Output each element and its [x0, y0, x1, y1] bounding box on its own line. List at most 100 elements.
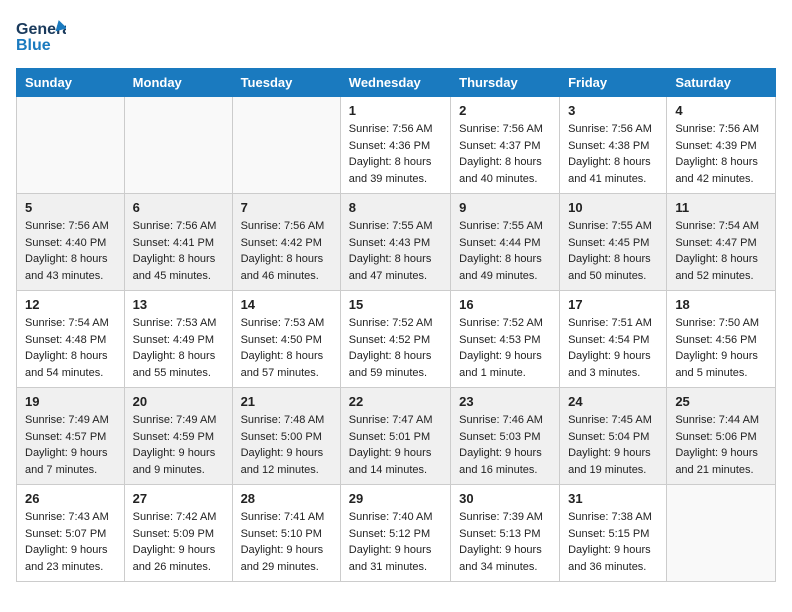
day-number: 5 [25, 200, 116, 215]
day-number: 1 [349, 103, 442, 118]
day-info: Sunrise: 7:48 AMSunset: 5:00 PMDaylight:… [241, 412, 332, 478]
calendar-week-4: 19 Sunrise: 7:49 AMSunset: 4:57 PMDayligh… [17, 388, 776, 485]
day-info: Sunrise: 7:41 AMSunset: 5:10 PMDaylight:… [241, 509, 332, 575]
day-info: Sunrise: 7:56 AMSunset: 4:40 PMDaylight:… [25, 218, 116, 284]
calendar-cell: 29 Sunrise: 7:40 AMSunset: 5:12 PMDayligh… [340, 485, 450, 582]
day-number: 7 [241, 200, 332, 215]
day-info: Sunrise: 7:55 AMSunset: 4:45 PMDaylight:… [568, 218, 658, 284]
day-number: 25 [675, 394, 767, 409]
calendar-cell: 10 Sunrise: 7:55 AMSunset: 4:45 PMDayligh… [560, 194, 667, 291]
page-header: General Blue [16, 16, 776, 56]
calendar-cell: 18 Sunrise: 7:50 AMSunset: 4:56 PMDayligh… [667, 291, 776, 388]
day-number: 12 [25, 297, 116, 312]
day-info: Sunrise: 7:42 AMSunset: 5:09 PMDaylight:… [133, 509, 224, 575]
calendar-cell: 20 Sunrise: 7:49 AMSunset: 4:59 PMDayligh… [124, 388, 232, 485]
weekday-header-thursday: Thursday [451, 69, 560, 97]
day-number: 15 [349, 297, 442, 312]
calendar-cell: 21 Sunrise: 7:48 AMSunset: 5:00 PMDayligh… [232, 388, 340, 485]
day-info: Sunrise: 7:52 AMSunset: 4:53 PMDaylight:… [459, 315, 551, 381]
calendar-cell: 9 Sunrise: 7:55 AMSunset: 4:44 PMDaylight… [451, 194, 560, 291]
calendar-cell: 1 Sunrise: 7:56 AMSunset: 4:36 PMDaylight… [340, 97, 450, 194]
calendar-cell [124, 97, 232, 194]
day-number: 26 [25, 491, 116, 506]
day-number: 11 [675, 200, 767, 215]
calendar-cell: 6 Sunrise: 7:56 AMSunset: 4:41 PMDaylight… [124, 194, 232, 291]
calendar-cell: 17 Sunrise: 7:51 AMSunset: 4:54 PMDayligh… [560, 291, 667, 388]
day-number: 18 [675, 297, 767, 312]
calendar-cell: 11Sunrise: 7:54 AMSunset: 4:47 PMDayligh… [667, 194, 776, 291]
calendar-week-1: 1 Sunrise: 7:56 AMSunset: 4:36 PMDaylight… [17, 97, 776, 194]
weekday-header-sunday: Sunday [17, 69, 125, 97]
calendar-cell [232, 97, 340, 194]
calendar-cell: 12 Sunrise: 7:54 AMSunset: 4:48 PMDayligh… [17, 291, 125, 388]
logo-icon: General Blue [16, 16, 66, 56]
day-number: 10 [568, 200, 658, 215]
weekday-header-wednesday: Wednesday [340, 69, 450, 97]
day-info: Sunrise: 7:49 AMSunset: 4:57 PMDaylight:… [25, 412, 116, 478]
day-number: 29 [349, 491, 442, 506]
day-info: Sunrise: 7:39 AMSunset: 5:13 PMDaylight:… [459, 509, 551, 575]
weekday-header-friday: Friday [560, 69, 667, 97]
calendar-week-2: 5 Sunrise: 7:56 AMSunset: 4:40 PMDaylight… [17, 194, 776, 291]
day-info: Sunrise: 7:40 AMSunset: 5:12 PMDaylight:… [349, 509, 442, 575]
calendar-cell: 7 Sunrise: 7:56 AMSunset: 4:42 PMDaylight… [232, 194, 340, 291]
day-number: 9 [459, 200, 551, 215]
day-number: 22 [349, 394, 442, 409]
calendar-week-3: 12 Sunrise: 7:54 AMSunset: 4:48 PMDayligh… [17, 291, 776, 388]
day-info: Sunrise: 7:51 AMSunset: 4:54 PMDaylight:… [568, 315, 658, 381]
day-info: Sunrise: 7:56 AMSunset: 4:38 PMDaylight:… [568, 121, 658, 187]
calendar-cell [667, 485, 776, 582]
calendar-table: SundayMondayTuesdayWednesdayThursdayFrid… [16, 68, 776, 582]
calendar-cell: 25 Sunrise: 7:44 AMSunset: 5:06 PMDayligh… [667, 388, 776, 485]
calendar-cell: 23Sunrise: 7:46 AMSunset: 5:03 PMDayligh… [451, 388, 560, 485]
day-number: 13 [133, 297, 224, 312]
day-info: Sunrise: 7:44 AMSunset: 5:06 PMDaylight:… [675, 412, 767, 478]
calendar-cell: 4Sunrise: 7:56 AMSunset: 4:39 PMDaylight… [667, 97, 776, 194]
day-number: 4 [675, 103, 767, 118]
calendar-cell: 8Sunrise: 7:55 AMSunset: 4:43 PMDaylight… [340, 194, 450, 291]
day-number: 6 [133, 200, 224, 215]
calendar-cell: 27Sunrise: 7:42 AMSunset: 5:09 PMDayligh… [124, 485, 232, 582]
weekday-header-tuesday: Tuesday [232, 69, 340, 97]
day-info: Sunrise: 7:55 AMSunset: 4:44 PMDaylight:… [459, 218, 551, 284]
day-info: Sunrise: 7:56 AMSunset: 4:42 PMDaylight:… [241, 218, 332, 284]
calendar-cell: 28 Sunrise: 7:41 AMSunset: 5:10 PMDayligh… [232, 485, 340, 582]
calendar-week-5: 26Sunrise: 7:43 AMSunset: 5:07 PMDayligh… [17, 485, 776, 582]
calendar-cell: 5 Sunrise: 7:56 AMSunset: 4:40 PMDaylight… [17, 194, 125, 291]
calendar-header-row: SundayMondayTuesdayWednesdayThursdayFrid… [17, 69, 776, 97]
day-info: Sunrise: 7:55 AMSunset: 4:43 PMDaylight:… [349, 218, 442, 284]
logo: General Blue [16, 16, 66, 56]
calendar-cell: 19 Sunrise: 7:49 AMSunset: 4:57 PMDayligh… [17, 388, 125, 485]
day-number: 23 [459, 394, 551, 409]
calendar-cell: 31Sunrise: 7:38 AMSunset: 5:15 PMDayligh… [560, 485, 667, 582]
day-info: Sunrise: 7:54 AMSunset: 4:48 PMDaylight:… [25, 315, 116, 381]
calendar-cell: 30 Sunrise: 7:39 AMSunset: 5:13 PMDayligh… [451, 485, 560, 582]
day-info: Sunrise: 7:52 AMSunset: 4:52 PMDaylight:… [349, 315, 442, 381]
day-info: Sunrise: 7:45 AMSunset: 5:04 PMDaylight:… [568, 412, 658, 478]
calendar-cell: 22Sunrise: 7:47 AMSunset: 5:01 PMDayligh… [340, 388, 450, 485]
calendar-cell: 26Sunrise: 7:43 AMSunset: 5:07 PMDayligh… [17, 485, 125, 582]
day-number: 3 [568, 103, 658, 118]
weekday-header-saturday: Saturday [667, 69, 776, 97]
day-info: Sunrise: 7:53 AMSunset: 4:49 PMDaylight:… [133, 315, 224, 381]
day-info: Sunrise: 7:56 AMSunset: 4:36 PMDaylight:… [349, 121, 442, 187]
day-number: 19 [25, 394, 116, 409]
day-number: 24 [568, 394, 658, 409]
day-info: Sunrise: 7:49 AMSunset: 4:59 PMDaylight:… [133, 412, 224, 478]
calendar-cell [17, 97, 125, 194]
calendar-cell: 24 Sunrise: 7:45 AMSunset: 5:04 PMDayligh… [560, 388, 667, 485]
day-number: 28 [241, 491, 332, 506]
day-number: 20 [133, 394, 224, 409]
day-number: 31 [568, 491, 658, 506]
calendar-cell: 16Sunrise: 7:52 AMSunset: 4:53 PMDayligh… [451, 291, 560, 388]
day-number: 2 [459, 103, 551, 118]
day-info: Sunrise: 7:50 AMSunset: 4:56 PMDaylight:… [675, 315, 767, 381]
day-number: 17 [568, 297, 658, 312]
weekday-header-monday: Monday [124, 69, 232, 97]
day-number: 21 [241, 394, 332, 409]
svg-text:Blue: Blue [16, 37, 51, 54]
day-info: Sunrise: 7:56 AMSunset: 4:41 PMDaylight:… [133, 218, 224, 284]
calendar-cell: 13 Sunrise: 7:53 AMSunset: 4:49 PMDayligh… [124, 291, 232, 388]
day-number: 30 [459, 491, 551, 506]
day-info: Sunrise: 7:53 AMSunset: 4:50 PMDaylight:… [241, 315, 332, 381]
